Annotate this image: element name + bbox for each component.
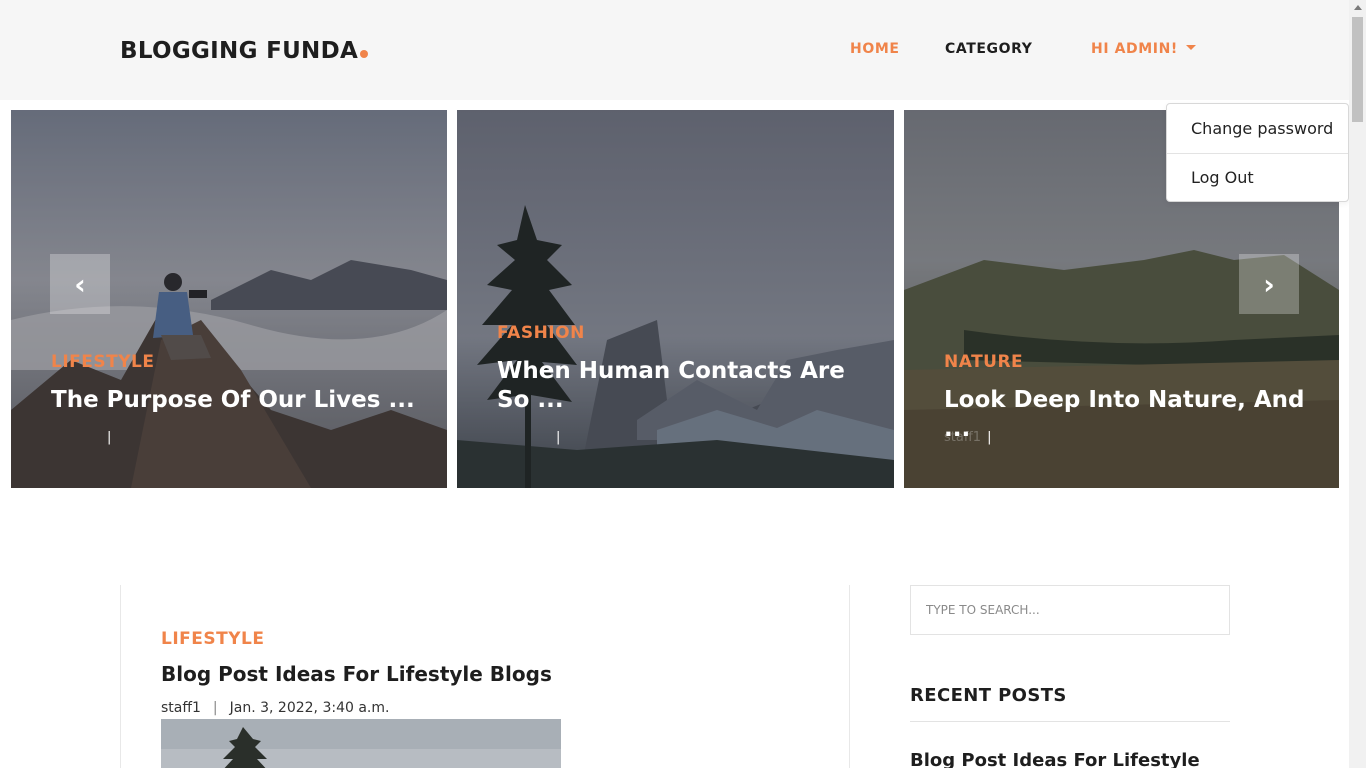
site-header: BLOGGING FUNDA HOME CATEGORY HI ADMIN!: [0, 0, 1349, 100]
slide-meta: |: [51, 430, 111, 445]
recent-posts-heading: RECENT POSTS: [910, 685, 1067, 706]
post-category[interactable]: LIFESTYLE: [161, 629, 264, 649]
logo-text: BLOGGING FUNDA: [120, 38, 359, 64]
nav-admin-dropdown[interactable]: HI ADMIN!: [1091, 41, 1196, 57]
slide-title[interactable]: The Purpose Of Our Lives ...: [51, 386, 436, 415]
logo-dot: [360, 50, 369, 58]
slide-category[interactable]: FASHION: [497, 323, 585, 343]
nav-home[interactable]: HOME: [850, 41, 900, 57]
admin-label: HI ADMIN!: [1091, 41, 1178, 57]
page-scrollbar[interactable]: [1349, 0, 1366, 768]
change-password-link[interactable]: Change password: [1191, 119, 1333, 138]
scroll-thumb[interactable]: [1352, 17, 1363, 122]
post-meta: staff1 | Jan. 3, 2022, 3:40 a.m.: [161, 700, 389, 716]
slide-author[interactable]: staff1: [944, 430, 981, 445]
post-author[interactable]: staff1: [161, 700, 201, 716]
meta-separator: |: [212, 700, 218, 716]
post-image[interactable]: [161, 719, 561, 768]
recent-post-link[interactable]: Blog Post Ideas For Lifestyle: [910, 750, 1200, 768]
meta-separator: |: [107, 430, 112, 445]
post-title[interactable]: Blog Post Ideas For Lifestyle Blogs: [161, 662, 552, 686]
site-logo[interactable]: BLOGGING FUNDA: [120, 38, 369, 64]
logout-link[interactable]: Log Out: [1191, 168, 1254, 187]
nav-category[interactable]: CATEGORY: [945, 41, 1032, 57]
caret-down-icon: [1185, 44, 1196, 50]
slide-meta: staff1 |: [944, 430, 991, 445]
meta-separator: |: [556, 430, 561, 445]
chevron-left-icon: ‹: [74, 267, 86, 301]
admin-dropdown-menu: Change password Log Out: [1166, 103, 1349, 202]
slider-next-button[interactable]: ›: [1239, 254, 1299, 314]
slide-title[interactable]: Look Deep Into Nature, And ...: [944, 386, 1329, 444]
meta-separator: |: [987, 430, 992, 445]
heading-divider: [910, 721, 1230, 722]
slide-category[interactable]: LIFESTYLE: [51, 352, 154, 372]
slide-meta: |: [497, 430, 560, 445]
chevron-right-icon: ›: [1263, 267, 1275, 301]
slider-prev-button[interactable]: ‹: [50, 254, 110, 314]
post-date: Jan. 3, 2022, 3:40 a.m.: [229, 700, 390, 716]
slide-title[interactable]: When Human Contacts Are So ...: [497, 357, 882, 415]
dropdown-divider: [1167, 153, 1348, 154]
slide-category[interactable]: NATURE: [944, 352, 1023, 372]
search-input[interactable]: [910, 585, 1230, 635]
post-thumbnail: [161, 719, 561, 768]
slide-fashion[interactable]: FASHION When Human Contacts Are So ... |: [457, 110, 894, 488]
scroll-up-icon[interactable]: [1354, 5, 1362, 10]
